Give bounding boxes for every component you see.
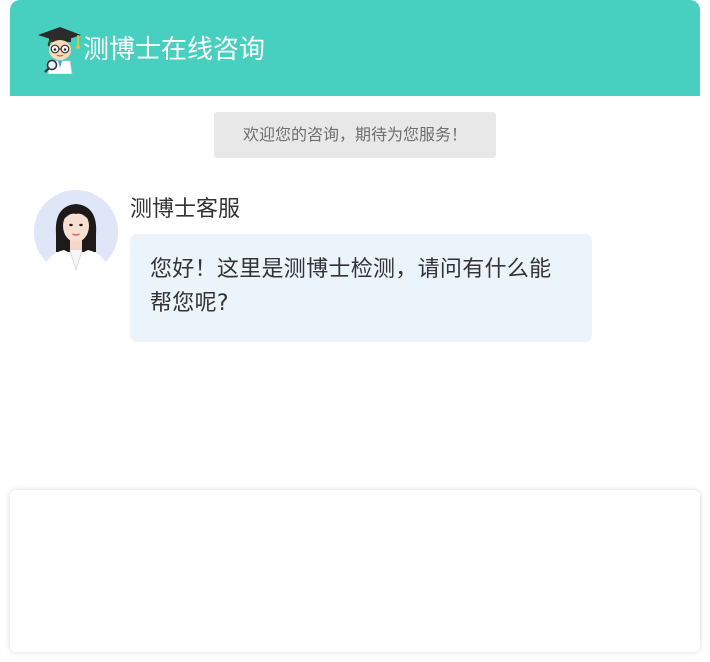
message-input[interactable] xyxy=(10,490,700,652)
agent-name: 测博士客服 xyxy=(130,197,241,222)
doctor-mascot-icon xyxy=(34,24,84,75)
chat-header: 测博士在线咨询 xyxy=(10,0,700,96)
welcome-notice: 欢迎您的咨询，期待为您服务！ xyxy=(214,112,496,158)
page-title: 测博士在线咨询 xyxy=(83,35,266,65)
chat-window: 测博士在线咨询 欢迎您的咨询，期待为您服务！ 测博士客服 您好！这里是测博士检测… xyxy=(0,0,710,662)
agent-avatar xyxy=(34,190,118,274)
message-composer[interactable] xyxy=(10,490,700,652)
message-bubble: 您好！这里是测博士检测，请问有什么能帮您呢? xyxy=(130,234,592,342)
